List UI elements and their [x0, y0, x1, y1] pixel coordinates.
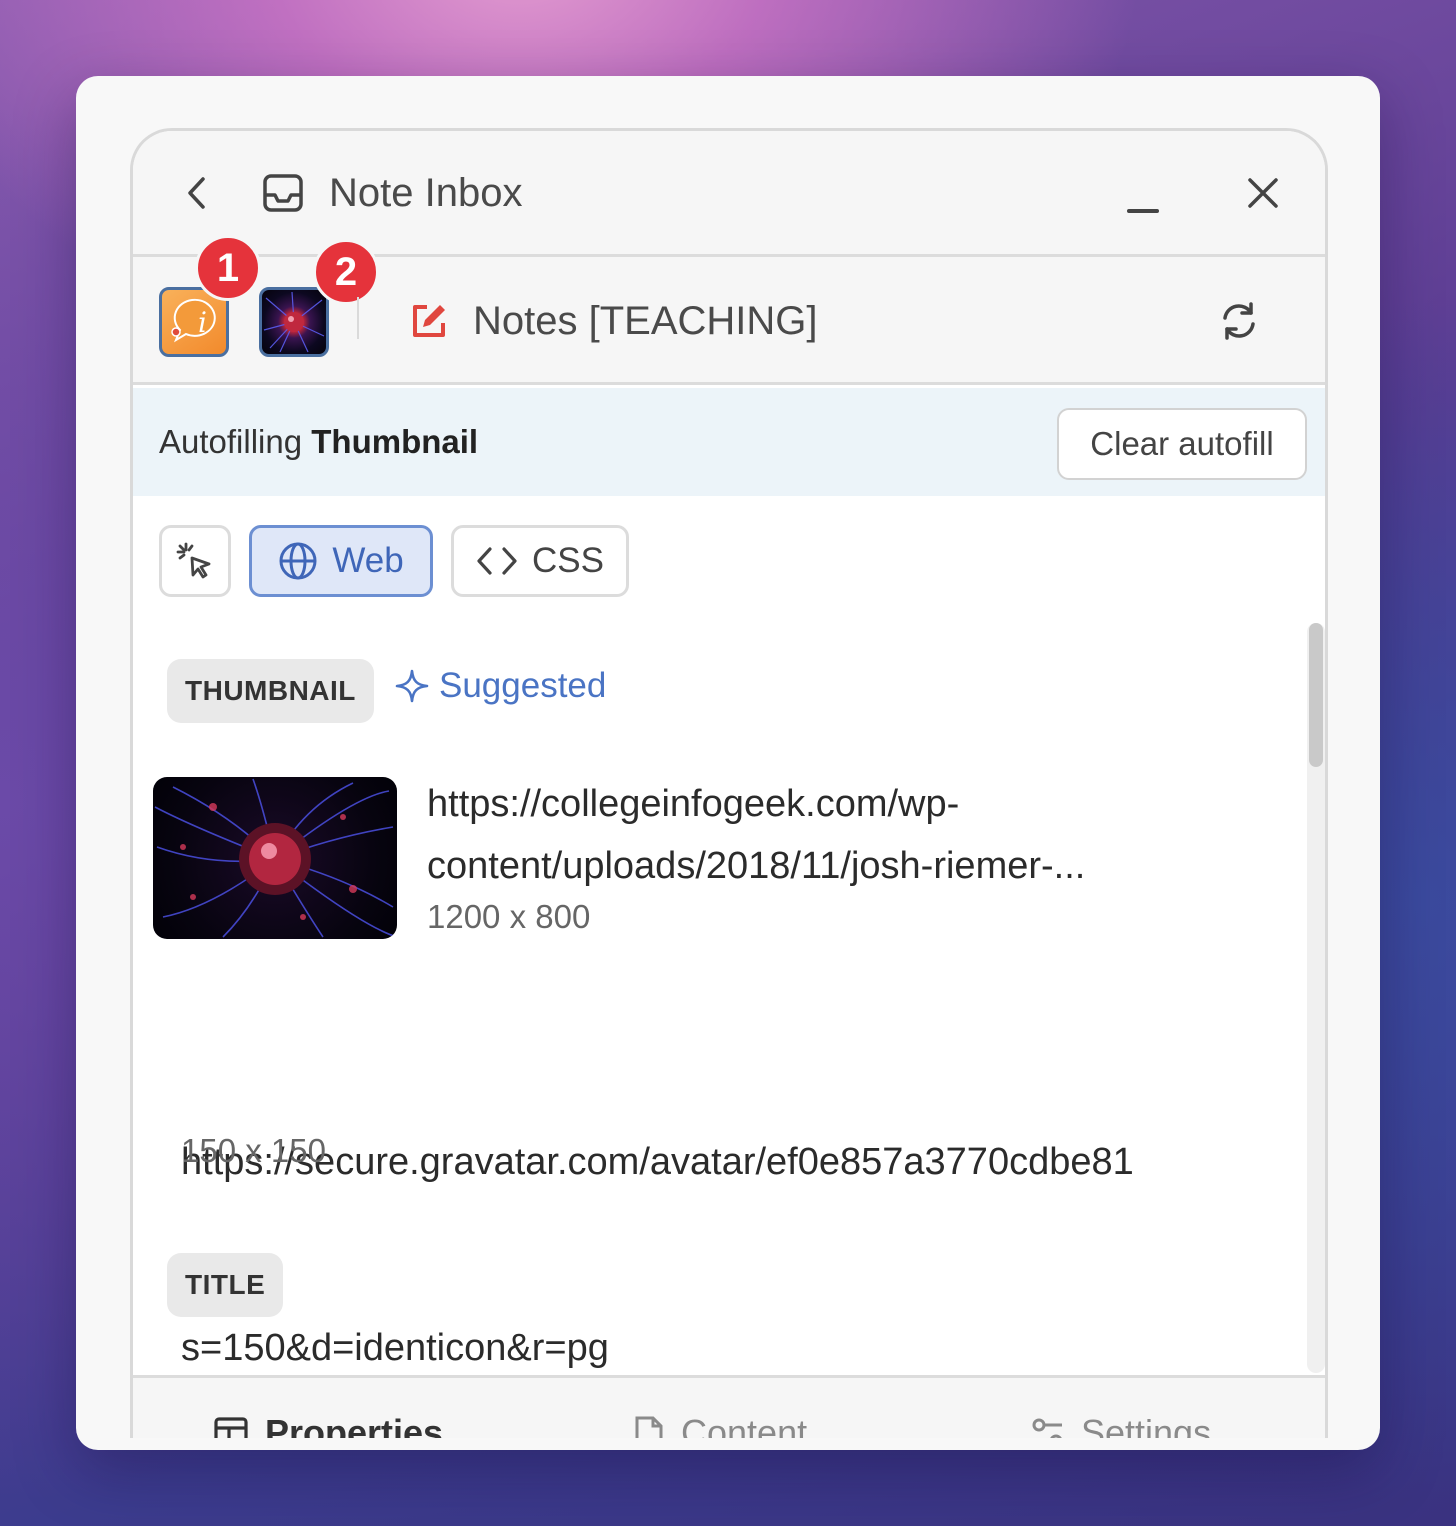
- tab-content[interactable]: Content: [633, 1412, 807, 1438]
- web-mode-button[interactable]: Web: [249, 525, 433, 597]
- thumbnail-size: 1200 x 800: [427, 898, 591, 935]
- scrollbar[interactable]: [1307, 623, 1325, 1373]
- thumbnail-url: https://collegeinfogeek.com/wp- content/…: [427, 773, 1247, 897]
- svg-text:i: i: [198, 306, 207, 339]
- tab-content-label: Content: [681, 1412, 808, 1438]
- back-button[interactable]: [177, 173, 217, 213]
- thumbnail-result[interactable]: https://collegeinfogeek.com/wp- content/…: [153, 773, 1283, 943]
- chevron-left-icon: [188, 177, 205, 209]
- app-badge-1: 1: [195, 235, 261, 301]
- refresh-button[interactable]: [1217, 299, 1261, 343]
- avatar-result[interactable]: https://secure.gravatar.com/avatar/ef0e8…: [181, 1007, 1291, 1369]
- title-bar: Note Inbox: [133, 131, 1325, 257]
- tab-settings[interactable]: Settings: [1029, 1412, 1211, 1438]
- sparkle-icon: [395, 669, 429, 703]
- web-mode-label: Web: [332, 541, 404, 580]
- window-title: Note Inbox: [329, 171, 523, 215]
- app-badge-2: 2: [313, 239, 379, 305]
- thumbnail-url-line1: https://collegeinfogeek.com/wp-: [427, 783, 960, 825]
- inbox-icon: [263, 174, 303, 212]
- globe-icon: [279, 542, 317, 580]
- document-icon: [635, 1416, 663, 1438]
- table-icon: [214, 1417, 248, 1438]
- element-picker-button[interactable]: [159, 525, 231, 597]
- avatar-size: 150 x 150: [181, 1132, 326, 1169]
- tab-settings-label: Settings: [1081, 1412, 1212, 1438]
- plasma-ball-icon: [263, 291, 325, 353]
- autofill-status: Autofilling Thumbnail: [159, 420, 478, 464]
- close-button[interactable]: [1243, 173, 1283, 213]
- autofill-prefix: Autofilling: [159, 423, 312, 460]
- thumbnail-section-label: THUMBNAIL: [167, 659, 374, 723]
- css-mode-label: CSS: [532, 541, 604, 580]
- note-inbox-panel: Note Inbox i 1 2 Notes [TEACHING] Autofi…: [130, 128, 1328, 1438]
- tab-properties-label: Properties: [265, 1412, 444, 1438]
- title-section-label: TITLE: [167, 1253, 284, 1317]
- plasma-app-icon[interactable]: [259, 287, 329, 357]
- divider: [357, 297, 359, 339]
- autofill-banner: Autofilling Thumbnail Clear autofill: [133, 388, 1325, 496]
- avatar-url: https://secure.gravatar.com/avatar/ef0e8…: [181, 1007, 1291, 1438]
- bottom-tab-bar: Properties Content Settings: [133, 1375, 1325, 1438]
- info-bubble-icon: i: [171, 298, 216, 343]
- avatar-url-line2: s=150&d=identicon&r=pg: [181, 1327, 609, 1369]
- thumbnail-preview-image: [153, 777, 397, 939]
- app-bar: i 1 2 Notes [TEACHING]: [133, 235, 1325, 385]
- edit-note-icon: [413, 305, 445, 337]
- refresh-icon: [1223, 302, 1255, 340]
- css-mode-button[interactable]: CSS: [451, 525, 629, 597]
- note-title[interactable]: Notes [TEACHING]: [473, 295, 818, 347]
- code-icon: [477, 547, 517, 575]
- autofill-field: Thumbnail: [311, 423, 479, 460]
- sliders-icon: [1032, 1418, 1062, 1438]
- avatar-url-line1: https://secure.gravatar.com/avatar/ef0e8…: [181, 1141, 1134, 1183]
- suggested-text: Suggested: [439, 666, 607, 705]
- scrollbar-thumb[interactable]: [1309, 623, 1323, 767]
- cursor-click-icon: [176, 542, 211, 579]
- close-icon: [1248, 178, 1278, 208]
- minimize-button[interactable]: [1123, 187, 1163, 217]
- thumbnail-url-line2: content/uploads/2018/11/josh-riemer-...: [427, 845, 1086, 887]
- tab-properties[interactable]: Properties: [213, 1412, 443, 1438]
- clear-autofill-button[interactable]: Clear autofill: [1057, 408, 1307, 480]
- suggested-label: Suggested: [395, 661, 606, 711]
- app-card: Note Inbox i 1 2 Notes [TEACHING] Autofi…: [76, 76, 1380, 1450]
